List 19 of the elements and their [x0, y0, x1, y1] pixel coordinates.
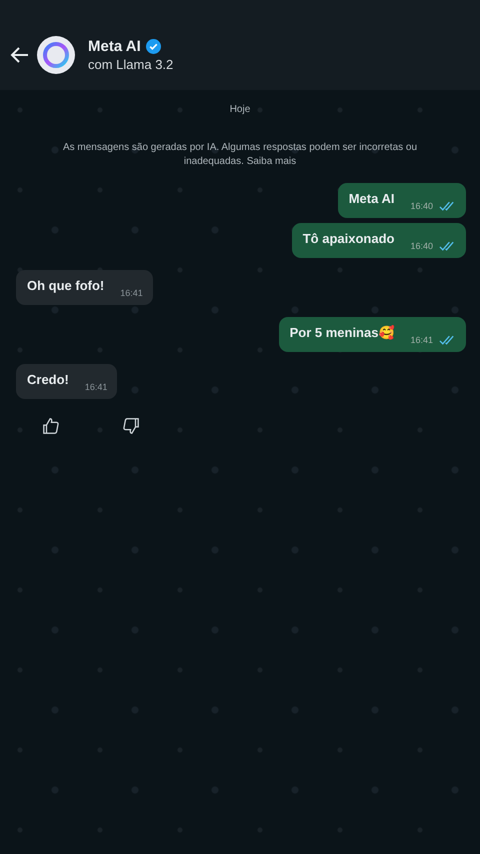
- message-text: Oh que fofo!: [27, 278, 104, 293]
- message-text: Credo!: [27, 372, 69, 387]
- message-time: 16:41: [84, 382, 108, 392]
- message-time: 16:41: [410, 335, 433, 345]
- learn-more-link[interactable]: Saiba mais: [246, 156, 296, 167]
- message-text: Por 5 meninas🥰: [290, 325, 394, 340]
- ai-notice: As mensagens são geradas por IA. Algumas respostas podem ser incorretas ou inadequadas. Saiba mais: [62, 141, 418, 169]
- message-text: Tô apaixonado: [302, 231, 394, 246]
- thumbs-up-icon[interactable]: [42, 417, 60, 435]
- message-time: 16:40: [410, 201, 433, 211]
- contact-subtitle: com Llama 3.2: [88, 57, 174, 72]
- contact-name[interactable]: Meta AI: [88, 38, 141, 55]
- avatar-ring-icon[interactable]: [36, 35, 76, 75]
- back-arrow-icon[interactable]: [10, 45, 30, 65]
- date-label: Hoje: [230, 104, 250, 115]
- message-text: Meta AI: [348, 191, 394, 206]
- message-time: 16:41: [120, 288, 143, 298]
- thumbs-down-icon[interactable]: [122, 417, 140, 435]
- message-time: 16:40: [410, 241, 433, 251]
